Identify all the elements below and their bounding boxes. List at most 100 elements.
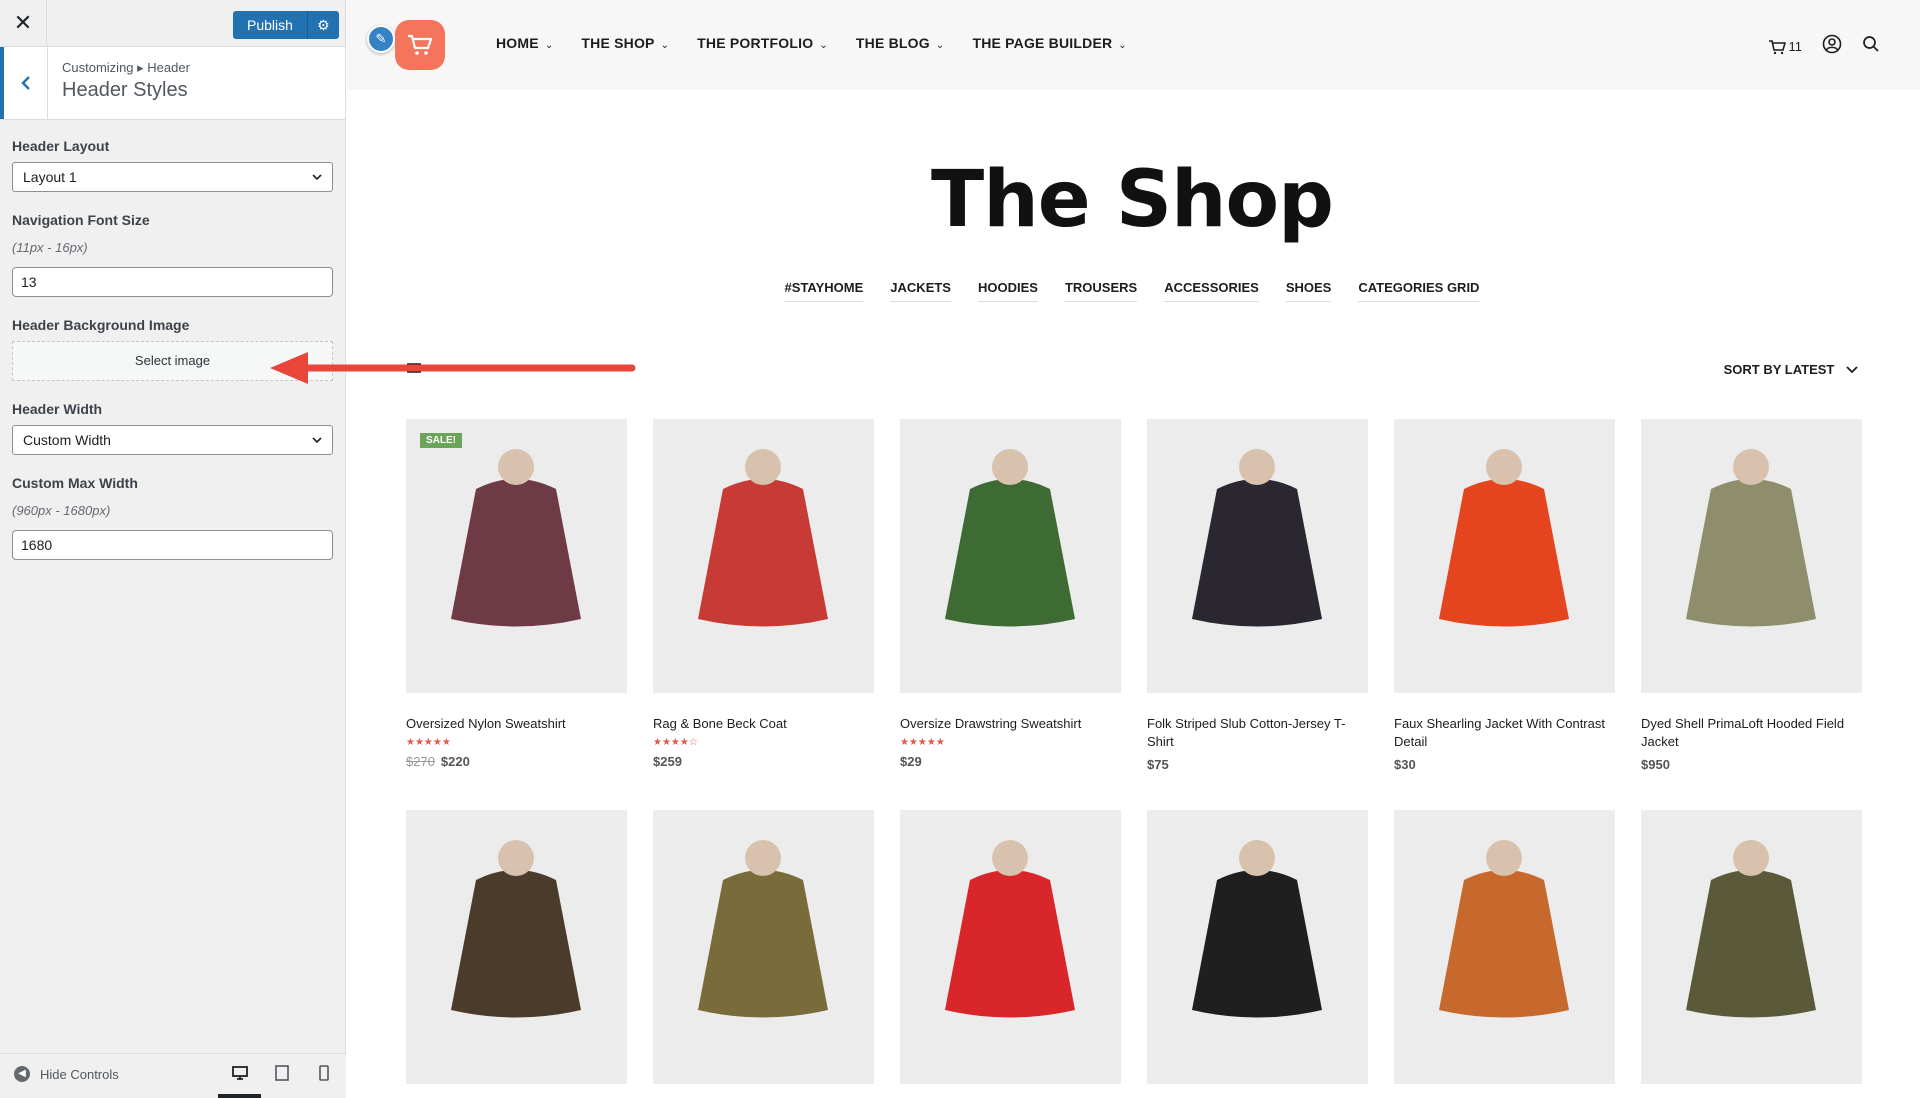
product-name[interactable]: Faux Shearling Jacket With Contrast Deta… bbox=[1394, 715, 1615, 751]
product-card[interactable] bbox=[653, 810, 874, 1084]
product-photo-placeholder bbox=[1686, 840, 1816, 1018]
product-card[interactable]: Dyed Shell PrimaLoft Hooded Field Jacket… bbox=[1641, 419, 1862, 772]
nav-item[interactable]: THE PORTFOLIO ⌄ bbox=[697, 35, 828, 51]
back-chevron-icon[interactable] bbox=[0, 47, 48, 119]
product-image[interactable] bbox=[1394, 810, 1615, 1084]
product-price: $29 bbox=[900, 754, 1121, 769]
category-nav: #STAYHOME JACKETS HOODIES TROUSERS ACCESSORI… bbox=[347, 280, 1917, 302]
nav-item-label: HOME bbox=[496, 35, 539, 51]
nav-item-label: THE PORTFOLIO bbox=[697, 35, 814, 51]
mobile-preview-icon[interactable] bbox=[313, 1064, 335, 1086]
category-link[interactable]: JACKETS bbox=[890, 280, 951, 302]
custom-max-width-input[interactable]: 1680 bbox=[12, 530, 333, 560]
product-price: $259 bbox=[653, 754, 874, 769]
nav-item[interactable]: THE SHOP ⌄ bbox=[581, 35, 669, 51]
header-layout-label: Header Layout bbox=[12, 138, 110, 154]
customizer-footer: ◀ Hide Controls bbox=[0, 1053, 346, 1098]
product-name[interactable]: Rag & Bone Beck Coat bbox=[653, 715, 874, 733]
product-photo-placeholder bbox=[451, 449, 581, 627]
hide-controls-button[interactable]: ◀ Hide Controls bbox=[14, 1066, 119, 1082]
cart-button[interactable]: 11 bbox=[1768, 39, 1802, 55]
header-layout-select[interactable]: Layout 1 bbox=[12, 162, 333, 192]
edit-shortcut-pencil-icon[interactable]: ✎ bbox=[367, 25, 395, 53]
product-image[interactable] bbox=[1147, 419, 1368, 693]
product-image[interactable] bbox=[653, 810, 874, 1084]
nav-item[interactable]: THE BLOG ⌄ bbox=[856, 35, 945, 51]
chevron-down-icon: ⌄ bbox=[660, 40, 670, 51]
page-title: The Shop bbox=[931, 155, 1334, 245]
custom-max-width-control: Custom Max Width (960px - 1680px) 1680 bbox=[12, 475, 333, 560]
current-price: $259 bbox=[653, 754, 682, 769]
product-image[interactable] bbox=[1641, 810, 1862, 1084]
search-icon[interactable] bbox=[1862, 35, 1880, 58]
header-width-select[interactable]: Custom Width bbox=[12, 425, 333, 455]
custom-max-width-range: (960px - 1680px) bbox=[12, 503, 111, 518]
product-card[interactable]: Rag & Bone Beck Coat ★★★★☆ $259 bbox=[653, 419, 874, 772]
product-card[interactable]: Oversize Drawstring Sweatshirt ★★★★★ $29 bbox=[900, 419, 1121, 772]
product-name[interactable]: Oversize Drawstring Sweatshirt bbox=[900, 715, 1121, 733]
header-layout-value: Layout 1 bbox=[23, 169, 77, 185]
chevron-down-icon bbox=[311, 426, 323, 464]
nav-item-label: THE SHOP bbox=[581, 35, 655, 51]
product-card[interactable] bbox=[1641, 810, 1862, 1084]
category-link[interactable]: SHOES bbox=[1285, 280, 1332, 302]
chevron-down-icon: ⌄ bbox=[935, 40, 945, 51]
product-card[interactable]: SALE! Oversized Nylon Sweatshirt ★★★★★ $270… bbox=[406, 419, 627, 772]
product-card[interactable] bbox=[1147, 810, 1368, 1084]
product-card[interactable]: Folk Striped Slub Cotton-Jersey T-Shirt $… bbox=[1147, 419, 1368, 772]
breadcrumb: Customizing ▸ Header bbox=[62, 60, 190, 75]
tablet-preview-icon[interactable] bbox=[271, 1064, 293, 1086]
product-photo-placeholder bbox=[1686, 449, 1816, 627]
publish-button[interactable]: Publish bbox=[233, 11, 307, 39]
site-header: ✎ HOME ⌄ THE SHOP ⌄ THE PORTFOLIO ⌄ THE BLOG ⌄ T… bbox=[347, 0, 1920, 90]
current-price: $220 bbox=[440, 754, 470, 769]
product-image[interactable] bbox=[1147, 810, 1368, 1084]
product-price: $75 bbox=[1147, 757, 1368, 772]
product-card[interactable] bbox=[406, 810, 627, 1084]
product-image[interactable] bbox=[1394, 419, 1615, 693]
product-price: $270 $220 bbox=[406, 754, 627, 769]
product-image[interactable] bbox=[1641, 419, 1862, 693]
nav-item[interactable]: HOME ⌄ bbox=[496, 35, 553, 51]
cart-logo-icon bbox=[408, 34, 433, 55]
rating-stars-icon: ★★★★★ bbox=[900, 737, 945, 748]
product-price: $30 bbox=[1394, 757, 1615, 772]
product-image[interactable]: SALE! bbox=[406, 419, 627, 693]
category-link[interactable]: #STAYHOME bbox=[784, 280, 864, 302]
product-name[interactable]: Folk Striped Slub Cotton-Jersey T-Shirt bbox=[1147, 715, 1368, 751]
nav-item-label: THE PAGE BUILDER bbox=[972, 35, 1113, 51]
category-link[interactable]: TROUSERS bbox=[1064, 280, 1138, 302]
product-image[interactable] bbox=[900, 419, 1121, 693]
category-link[interactable]: ACCESSORIES bbox=[1164, 280, 1259, 302]
product-card[interactable]: Faux Shearling Jacket With Contrast Deta… bbox=[1394, 419, 1615, 772]
product-name[interactable]: Oversized Nylon Sweatshirt bbox=[406, 715, 627, 733]
publish-settings-gear-icon[interactable]: ⚙ bbox=[306, 11, 339, 39]
product-card[interactable] bbox=[1394, 810, 1615, 1084]
desktop-preview-icon[interactable] bbox=[229, 1064, 251, 1086]
account-icon[interactable] bbox=[1822, 34, 1842, 59]
nav-item[interactable]: THE PAGE BUILDER ⌄ bbox=[972, 35, 1126, 51]
product-image[interactable] bbox=[653, 419, 874, 693]
product-image[interactable] bbox=[406, 810, 627, 1084]
category-link[interactable]: CATEGORIES GRID bbox=[1358, 280, 1480, 302]
product-photo-placeholder bbox=[1192, 840, 1322, 1018]
customizer-sidebar: ✕ Publish ⚙ Customizing ▸ Header Header … bbox=[0, 0, 346, 1098]
category-link[interactable]: HOODIES bbox=[977, 280, 1038, 302]
current-price: $950 bbox=[1641, 757, 1670, 772]
hide-controls-label: Hide Controls bbox=[40, 1066, 119, 1082]
chevron-down-icon: ⌄ bbox=[544, 40, 554, 51]
product-name[interactable]: Dyed Shell PrimaLoft Hooded Field Jacket bbox=[1641, 715, 1862, 751]
nav-font-size-control: Navigation Font Size (11px - 16px) 13 bbox=[12, 212, 333, 297]
close-customizer-button[interactable]: ✕ bbox=[0, 0, 47, 46]
product-photo-placeholder bbox=[451, 840, 581, 1018]
product-price: $950 bbox=[1641, 757, 1862, 772]
old-price: $270 bbox=[406, 754, 435, 769]
sort-dropdown[interactable]: SORT BY LATEST bbox=[1724, 362, 1858, 377]
product-card[interactable] bbox=[900, 810, 1121, 1084]
product-image[interactable] bbox=[900, 810, 1121, 1084]
nav-font-size-input[interactable]: 13 bbox=[12, 267, 333, 297]
site-logo[interactable] bbox=[395, 20, 445, 70]
product-photo-placeholder bbox=[1439, 840, 1569, 1018]
controls-panel: Header Layout Layout 1 Navigation Font S… bbox=[0, 120, 345, 560]
product-photo-placeholder bbox=[698, 449, 828, 627]
